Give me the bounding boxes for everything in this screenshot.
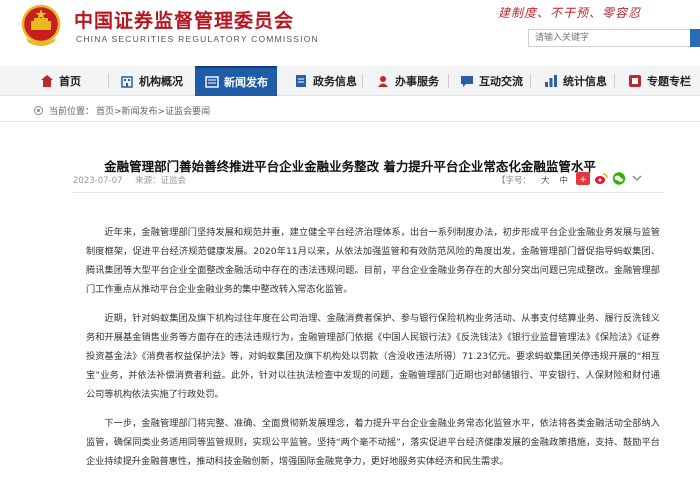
news-icon [205,76,219,88]
article-source: 来源：证监会 [135,176,187,186]
nav-label: 新闻发布 [224,76,268,89]
breadcrumb-prefix: 当前位置： [49,107,95,117]
breadcrumb-path[interactable]: 首页>新闻发布>证监会要闻 [96,104,210,117]
nav-item-interaction[interactable]: 互动交流 [460,66,523,96]
search-button[interactable] [690,29,700,47]
service-icon [378,76,388,87]
nav-label: 办事服务 [395,75,439,88]
nav-label: 互动交流 [479,75,523,88]
slogan: 建制度、不干预、零容忍 [498,6,642,20]
nav-label: 政务信息 [313,75,357,88]
nav-label: 专题专栏 [647,75,691,88]
article-paragraph: 下一步，金融管理部门将完整、准确、全面贯彻新发展理念，着力提升平台企业金融业务常… [86,418,660,467]
nav-label: 机构概况 [139,75,183,88]
article-paragraph: 近期，针对蚂蚁集团及旗下机构过往年度在公司治理、金融消费者保护、参与银行保险机构… [86,313,660,400]
nav-item-topics[interactable]: 专题专栏 [628,66,691,96]
chart-icon [545,75,557,87]
font-medium-button[interactable]: 中 [560,174,569,186]
font-size-label: 【字号： [497,176,532,186]
building-icon [121,76,133,88]
breadcrumb: 当前位置： 首页>新闻发布>证监会要闻 [34,104,212,117]
font-large-button[interactable]: 大 [541,174,550,186]
document-icon [296,75,306,87]
main-nav: 首页 机构概况 新闻发布 政务信息 办事服务 互动交流 统计信息 专题专栏 [0,66,700,96]
svg-text:+: + [579,175,587,185]
nav-item-services[interactable]: 办事服务 [376,66,439,96]
nav-label: 首页 [59,75,81,88]
divider [0,121,700,122]
home-icon [41,75,53,87]
nav-label: 统计信息 [563,75,607,88]
article-date: 2023-07-07 [73,176,123,186]
search-input[interactable] [528,29,700,47]
site-title[interactable]: 中国证券监督管理委员会 [74,6,294,33]
national-emblem-icon [21,4,61,46]
more-icon[interactable] [630,172,644,185]
share-bar: + [576,172,644,185]
meta-divider [73,192,663,193]
share-icon[interactable]: + [576,172,590,185]
site-header: 中国证券监督管理委员会 CHINA SECURITIES REGULATORY … [0,0,700,64]
nav-item-statistics[interactable]: 统计信息 [544,66,607,96]
location-icon [34,106,43,115]
weibo-icon[interactable] [594,172,608,185]
nav-item-news[interactable]: 新闻发布 [195,66,277,96]
nav-item-organization[interactable]: 机构概况 [120,66,183,96]
nav-item-government-info[interactable]: 政务信息 [294,66,357,96]
nav-item-home[interactable]: 首页 [40,66,81,96]
article-meta: 2023-07-07 来源：证监会 [73,174,196,186]
wechat-icon[interactable] [612,172,626,185]
topic-icon [629,75,641,87]
chat-icon [461,76,473,87]
article-paragraph: 近年来，金融管理部门坚持发展和规范并重，建立健全平台经济治理体系，出台一系列制度… [86,227,660,295]
site-title-english: CHINA SECURITIES REGULATORY COMMISSION [76,34,319,44]
